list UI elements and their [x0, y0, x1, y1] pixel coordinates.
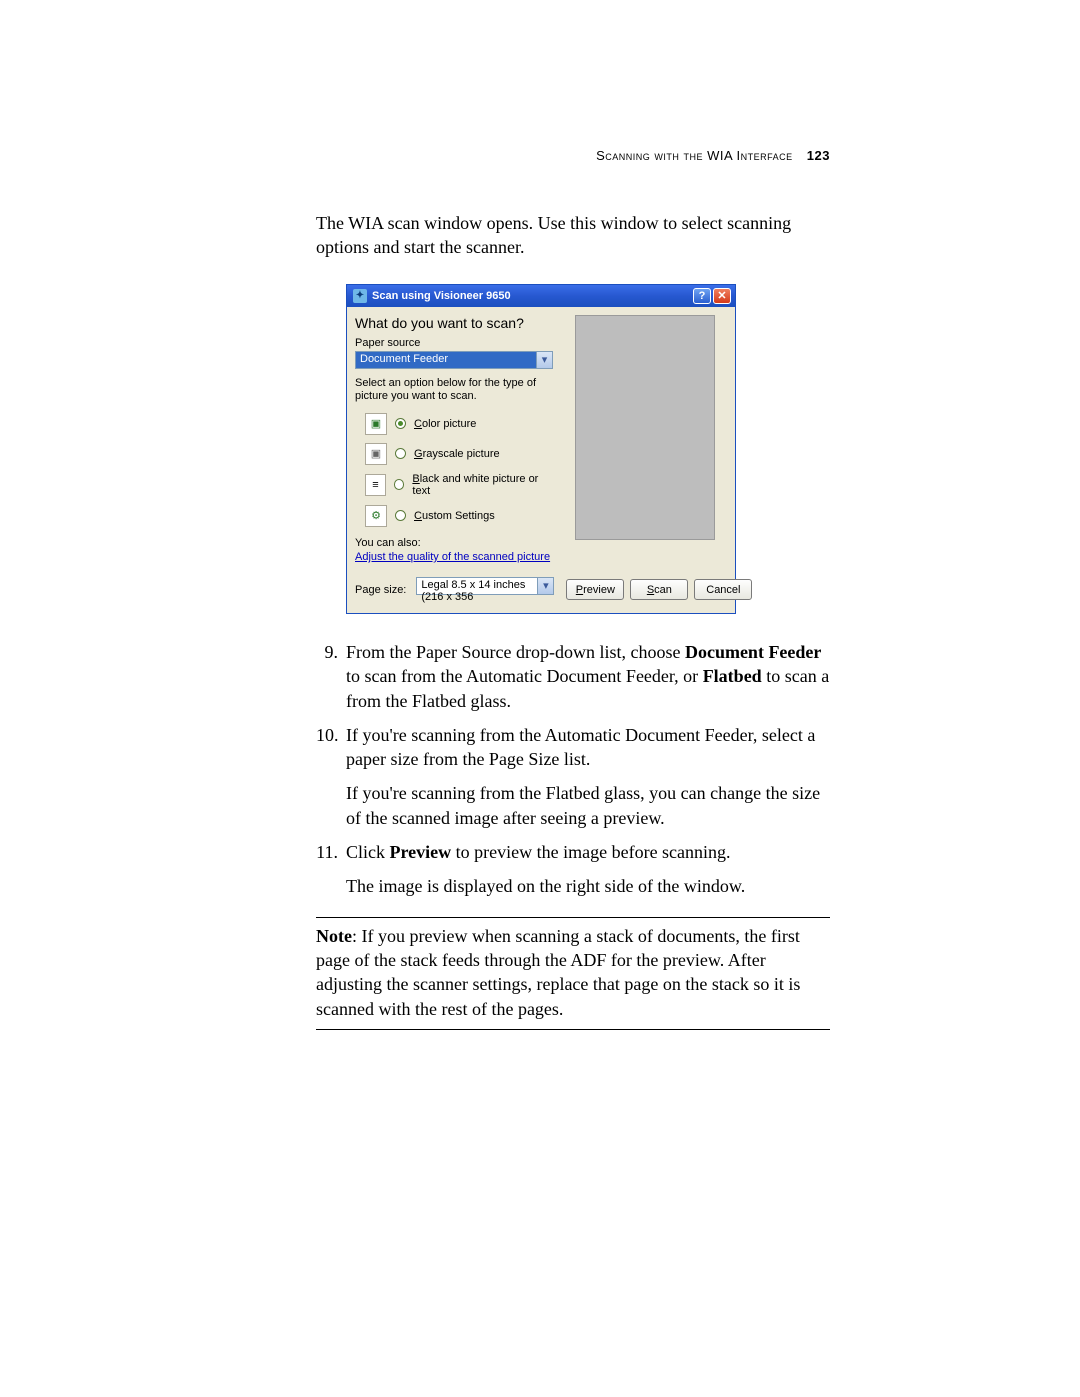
paper-source-dropdown[interactable]: Document Feeder ▾	[355, 351, 553, 369]
step-number: 9.	[316, 640, 346, 713]
preview-button[interactable]: Preview	[566, 579, 624, 600]
help-button[interactable]: ?	[693, 288, 711, 304]
custom-settings-icon: ⚙	[365, 505, 387, 527]
page-size-dropdown[interactable]: Legal 8.5 x 14 inches (216 x 356 ▾	[416, 577, 554, 595]
bw-text-icon: ≡	[365, 474, 386, 496]
you-can-also-label: You can also:	[355, 537, 553, 549]
step-number: 10.	[316, 723, 346, 830]
intro-paragraph: The WIA scan window opens. Use this wind…	[316, 211, 830, 260]
chevron-down-icon: ▾	[537, 578, 553, 594]
option-grayscale[interactable]: ▣ Grayscale picture	[355, 439, 553, 469]
note-text: : If you preview when scanning a stack o…	[316, 926, 800, 1019]
page-number: 123	[807, 148, 830, 163]
running-header: Scanning with the WIA Interface 123	[316, 148, 830, 163]
dialog-body: What do you want to scan? Paper source D…	[347, 307, 735, 571]
scan-button[interactable]: Scan	[630, 579, 688, 600]
section-title: Scanning with the WIA Interface	[596, 148, 793, 163]
preview-area[interactable]	[575, 315, 715, 540]
paper-source-label: Paper source	[355, 337, 553, 349]
instruction-text: Select an option below for the type of p…	[355, 377, 553, 403]
page-size-label: Page size:	[355, 584, 406, 596]
wia-scan-dialog: ✦ Scan using Visioneer 9650 ? ✕ What do …	[346, 284, 736, 614]
step-11: 11. Click Preview to preview the image b…	[316, 840, 830, 899]
step-number: 11.	[316, 840, 346, 899]
grayscale-picture-icon: ▣	[365, 443, 387, 465]
left-pane: What do you want to scan? Paper source D…	[355, 315, 553, 563]
cancel-button[interactable]: Cancel	[694, 579, 752, 600]
step-text: Click Preview to preview the image befor…	[346, 840, 830, 899]
paper-source-value: Document Feeder	[356, 352, 536, 368]
app-icon: ✦	[353, 289, 367, 303]
step-text: If you're scanning from the Automatic Do…	[346, 723, 830, 830]
option-bw-label: Black and white picture or text	[412, 473, 551, 497]
step-10: 10. If you're scanning from the Automati…	[316, 723, 830, 830]
option-bw[interactable]: ≡ Black and white picture or text	[355, 469, 553, 501]
step-9: 9. From the Paper Source drop-down list,…	[316, 640, 830, 713]
option-grayscale-label: Grayscale picture	[414, 448, 500, 460]
step-text: From the Paper Source drop-down list, ch…	[346, 640, 830, 713]
option-custom-label: Custom Settings	[414, 510, 495, 522]
close-button[interactable]: ✕	[713, 288, 731, 304]
note-paragraph: Note: If you preview when scanning a sta…	[316, 924, 830, 1021]
option-color[interactable]: ▣ Color picture	[355, 409, 553, 439]
divider	[316, 1029, 830, 1030]
dialog-footer: Page size: Legal 8.5 x 14 inches (216 x …	[347, 571, 735, 613]
option-color-label: Color picture	[414, 418, 476, 430]
chevron-down-icon: ▾	[536, 352, 552, 368]
color-picture-icon: ▣	[365, 413, 387, 435]
titlebar-buttons: ? ✕	[693, 288, 731, 304]
adjust-quality-link[interactable]: Adjust the quality of the scanned pictur…	[355, 551, 550, 563]
radio-grayscale[interactable]	[395, 448, 406, 459]
radio-bw[interactable]	[394, 479, 405, 490]
steps-list: 9. From the Paper Source drop-down list,…	[316, 640, 830, 899]
option-custom[interactable]: ⚙ Custom Settings	[355, 501, 553, 531]
dialog-heading: What do you want to scan?	[355, 315, 553, 331]
page-content: Scanning with the WIA Interface 123 The …	[316, 148, 830, 1030]
radio-custom[interactable]	[395, 510, 406, 521]
radio-color[interactable]	[395, 418, 406, 429]
divider	[316, 917, 830, 918]
titlebar: ✦ Scan using Visioneer 9650 ? ✕	[347, 285, 735, 307]
page-size-value: Legal 8.5 x 14 inches (216 x 356	[417, 578, 537, 594]
right-pane	[563, 315, 727, 563]
note-label: Note	[316, 926, 352, 946]
window-title: Scan using Visioneer 9650	[372, 290, 693, 302]
